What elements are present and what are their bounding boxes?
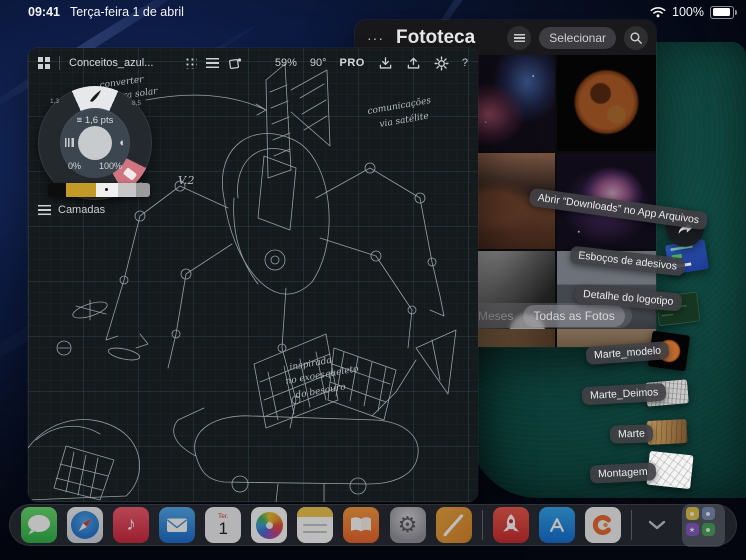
document-title[interactable]: Conceitos_azul... xyxy=(69,57,153,69)
toolbar-divider xyxy=(59,56,60,70)
filter-button[interactable] xyxy=(507,25,532,50)
date: Terça-feira 1 de abril xyxy=(69,5,184,19)
dock: ♪ Ter. 1 ⚙ ★ xyxy=(9,503,737,547)
swatch-gray[interactable] xyxy=(136,183,150,197)
swatch-black[interactable] xyxy=(48,183,66,197)
envelope-icon xyxy=(167,518,188,532)
search-icon xyxy=(630,31,642,44)
zoom-level[interactable]: 59% xyxy=(275,57,297,69)
stroke-size-label: 8,5 xyxy=(132,100,142,107)
safari-app-icon[interactable] xyxy=(67,507,104,543)
layers-button[interactable]: Camadas xyxy=(38,204,105,216)
layers-menu-icon xyxy=(38,205,51,215)
stroke-menu-icon: ≡ xyxy=(76,115,83,126)
tab-all-photos[interactable]: Todas as Fotos xyxy=(523,304,625,327)
opacity-min: 0% xyxy=(68,161,82,171)
music-app-icon[interactable]: ♪ xyxy=(113,507,150,543)
annotation-version: V.2 xyxy=(178,174,195,187)
c-swirl-icon xyxy=(592,515,611,535)
precision-grid-icon[interactable] xyxy=(185,57,198,69)
concepts-app-icon[interactable] xyxy=(435,507,472,543)
rocket-icon xyxy=(502,514,519,532)
gear-icon: ⚙ xyxy=(397,512,418,537)
calendar-day: 1 xyxy=(218,519,228,538)
airbrush-icon xyxy=(65,138,74,147)
status-bar: 09:41 Terça-feira 1 de abril 100% xyxy=(0,0,746,24)
mini-app-tile xyxy=(685,507,699,520)
import-icon[interactable] xyxy=(378,56,393,70)
rocket-app-icon[interactable] xyxy=(492,507,529,543)
color-c-app-icon[interactable] xyxy=(584,507,621,543)
pro-badge[interactable]: PRO xyxy=(340,57,365,69)
app-store-a-icon xyxy=(549,518,564,532)
tool-wheel-center[interactable] xyxy=(78,126,112,160)
select-button[interactable]: Selecionar xyxy=(539,26,616,49)
selection-icon[interactable] xyxy=(228,57,242,70)
battery-icon xyxy=(710,5,737,19)
photos-app-icon[interactable] xyxy=(251,507,288,543)
color-swatch-bar xyxy=(48,183,150,197)
settings-app-icon[interactable]: ⚙ xyxy=(389,507,426,543)
stroke-width-value: 1,6 pts xyxy=(84,115,114,126)
more-options-button[interactable]: ··· xyxy=(363,30,388,46)
ipad-screen: 09:41 Terça-feira 1 de abril 100% ··· Fo… xyxy=(0,0,746,560)
export-icon[interactable] xyxy=(406,56,421,70)
swatch-light-gray[interactable] xyxy=(118,183,136,197)
swatch-white-selected[interactable] xyxy=(96,183,118,197)
annotation-besouro: do besouro xyxy=(295,382,347,401)
filter-icon xyxy=(513,33,525,42)
layers-label: Camadas xyxy=(58,204,106,216)
calendar-app-icon[interactable]: Ter. 1 xyxy=(205,507,242,543)
gallery-icon[interactable] xyxy=(38,57,50,69)
stroke-size-label: 1,3 xyxy=(50,98,60,105)
concepts-toolbar: Conceitos_azul... 59% 90° PRO ? xyxy=(28,48,478,78)
notes-header-strip xyxy=(297,507,334,517)
pen-icon xyxy=(443,514,463,537)
swatch-gold[interactable] xyxy=(66,183,96,197)
help-button[interactable]: ? xyxy=(462,57,468,69)
clock: 09:41 xyxy=(28,5,60,19)
notes-line xyxy=(303,524,328,526)
dock-divider xyxy=(481,510,483,540)
app-library-icon[interactable]: ★ xyxy=(682,503,725,547)
file-label-mars: Marte xyxy=(609,424,654,444)
settings-gear-icon[interactable] xyxy=(434,55,449,71)
compass-needle-icon xyxy=(78,518,92,532)
layers-lines-icon[interactable] xyxy=(206,58,220,68)
books-app-icon[interactable] xyxy=(343,507,380,543)
mail-app-icon[interactable] xyxy=(159,507,196,543)
wifi-icon xyxy=(650,7,666,18)
notes-line xyxy=(303,531,328,533)
brush-tool-icon[interactable] xyxy=(88,89,102,102)
app-store-app-icon[interactable] xyxy=(538,507,575,543)
photos-flower-icon xyxy=(255,511,283,539)
file-label-montage: Montagem xyxy=(589,462,657,484)
music-note-icon: ♪ xyxy=(126,514,136,535)
rotation-value[interactable]: 90° xyxy=(310,57,327,69)
mini-app-tile xyxy=(701,523,715,536)
concepts-window: converter para solar V.2 comunicações vi… xyxy=(28,48,478,502)
dock-collapse-button[interactable] xyxy=(642,507,672,543)
open-book-icon xyxy=(351,517,372,532)
chevron-down-icon xyxy=(648,520,666,530)
opacity-max: 100% xyxy=(98,161,122,171)
tool-wheel-inner[interactable]: ≡ 1,6 pts ◐ 0% 100% xyxy=(60,108,130,178)
selected-dot xyxy=(105,188,108,191)
mini-app-tile xyxy=(701,507,715,520)
photos-tab-bar: Meses Todas as Fotos xyxy=(468,303,632,328)
mini-app-tile: ★ xyxy=(685,523,699,536)
notes-app-icon[interactable] xyxy=(297,507,334,543)
halftone-icon: ◐ xyxy=(119,137,126,149)
search-button[interactable] xyxy=(624,25,648,50)
messages-app-icon[interactable] xyxy=(21,507,57,543)
dock-divider xyxy=(630,510,632,540)
battery-percent: 100% xyxy=(672,5,704,19)
speech-bubble-icon xyxy=(28,515,50,535)
fototeca-title: Fototeca xyxy=(396,26,476,48)
